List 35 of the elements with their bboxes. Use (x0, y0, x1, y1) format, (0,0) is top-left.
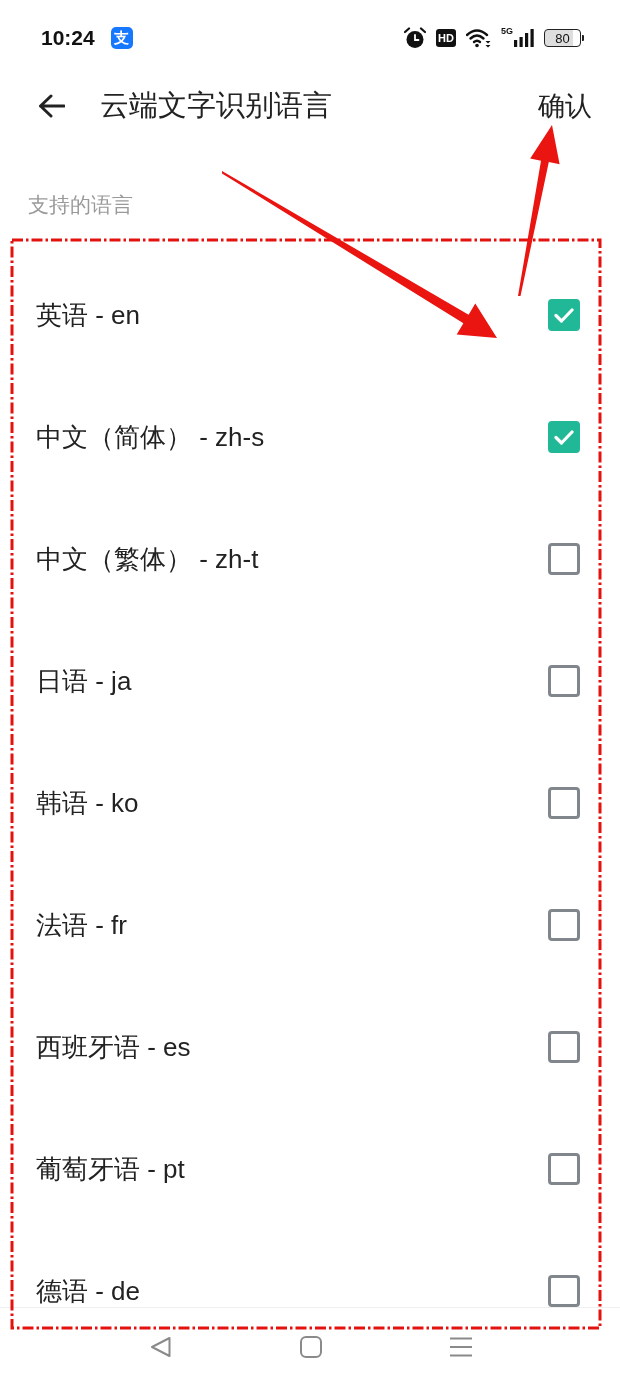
page-title: 云端文字识别语言 (100, 88, 332, 123)
checkbox[interactable] (548, 421, 580, 453)
checkbox[interactable] (548, 909, 580, 941)
checkbox[interactable] (548, 665, 580, 697)
language-label: 法语 - fr (36, 908, 127, 942)
signal-strength-icon (514, 29, 534, 47)
back-triangle-icon[interactable] (150, 1336, 172, 1358)
menu-icon[interactable] (450, 1337, 472, 1357)
language-label: 韩语 - ko (36, 786, 139, 820)
checkmark-icon (554, 429, 574, 445)
notification-app-logo: 支 (110, 27, 133, 49)
language-label: 西班牙语 - es (36, 1030, 191, 1064)
language-label: 英语 - en (36, 298, 141, 332)
hd-badge: HD (436, 29, 456, 47)
checkbox[interactable] (548, 299, 580, 331)
status-time: 10:24 (41, 26, 95, 50)
confirm-button[interactable]: 确认 (538, 88, 592, 124)
checkbox[interactable] (548, 543, 580, 575)
language-label: 中文（简体） - zh-s (36, 420, 265, 454)
network-type-label: 5G (501, 27, 513, 36)
language-label: 日语 - ja (36, 664, 132, 698)
battery-indicator: 80 (544, 29, 584, 47)
wifi-icon (466, 28, 491, 48)
home-square-icon[interactable] (300, 1336, 322, 1358)
back-arrow-icon[interactable] (38, 94, 65, 118)
language-label: 葡萄牙语 - pt (36, 1152, 185, 1186)
language-label: 德语 - de (36, 1274, 141, 1307)
checkbox[interactable] (548, 1153, 580, 1185)
alarm-clock-icon (404, 27, 427, 49)
checkbox[interactable] (548, 1275, 580, 1307)
section-label: 支持的语言 (28, 192, 133, 218)
language-label: 中文（繁体） - zh-t (36, 542, 259, 576)
checkbox[interactable] (548, 1031, 580, 1063)
checkmark-icon (554, 307, 574, 323)
checkbox[interactable] (548, 787, 580, 819)
